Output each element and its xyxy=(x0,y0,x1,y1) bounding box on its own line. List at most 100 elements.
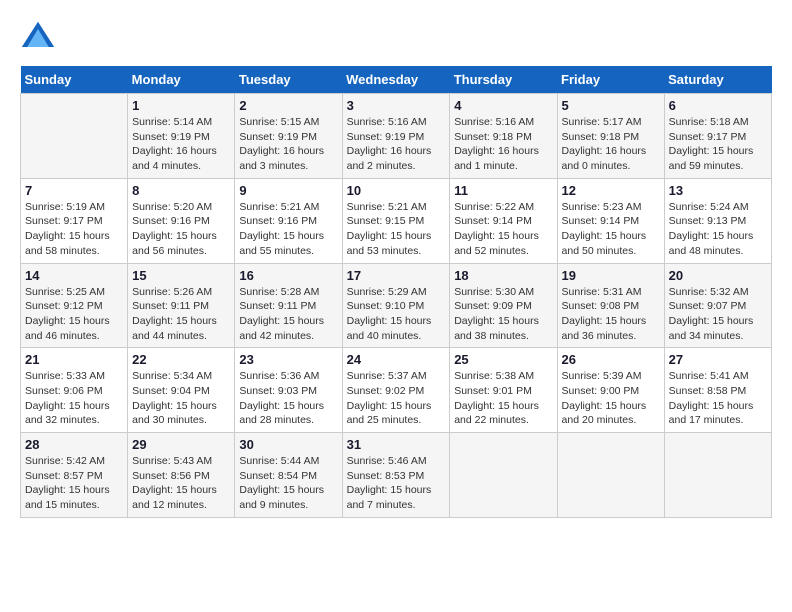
calendar-cell: 10Sunrise: 5:21 AM Sunset: 9:15 PM Dayli… xyxy=(342,178,450,263)
day-number: 7 xyxy=(25,183,123,198)
day-info: Sunrise: 5:34 AM Sunset: 9:04 PM Dayligh… xyxy=(132,369,230,428)
calendar-cell: 31 Sunrise: 5:46 AM Sunset: 8:53 PM Dayli… xyxy=(342,433,450,518)
calendar-week-row: 28Sunrise: 5:42 AM Sunset: 8:57 PM Dayli… xyxy=(21,433,772,518)
day-number: 6 xyxy=(669,98,767,113)
day-info: Sunrise: 5:28 AM Sunset: 9:11 PM Dayligh… xyxy=(239,285,337,344)
day-number: 22 xyxy=(132,352,230,367)
calendar-cell: 27 Sunrise: 5:41 AM Sunset: 8:58 PM Dayli… xyxy=(664,348,771,433)
calendar-cell: 30 Sunrise: 5:44 AM Sunset: 8:54 PM Dayli… xyxy=(235,433,342,518)
day-info: Sunrise: 5:22 AM Sunset: 9:14 PM Dayligh… xyxy=(454,200,552,259)
calendar-cell: 24 Sunrise: 5:37 AM Sunset: 9:02 PM Dayli… xyxy=(342,348,450,433)
day-info: Sunrise: 5:24 AM Sunset: 9:13 PM Dayligh… xyxy=(669,200,767,259)
calendar-cell: 13 Sunrise: 5:24 AM Sunset: 9:13 PM Dayli… xyxy=(664,178,771,263)
calendar-cell: 12 Sunrise: 5:23 AM Sunset: 9:14 PM Dayli… xyxy=(557,178,664,263)
calendar-cell xyxy=(450,433,557,518)
day-number: 14 xyxy=(25,268,123,283)
calendar-table: SundayMondayTuesdayWednesdayThursdayFrid… xyxy=(20,66,772,518)
weekday-header: Friday xyxy=(557,66,664,94)
day-info: Sunrise: 5:42 AM Sunset: 8:57 PM Dayligh… xyxy=(25,454,123,513)
weekday-header: Thursday xyxy=(450,66,557,94)
day-number: 24 xyxy=(347,352,446,367)
day-number: 9 xyxy=(239,183,337,198)
weekday-row: SundayMondayTuesdayWednesdayThursdayFrid… xyxy=(21,66,772,94)
day-number: 1 xyxy=(132,98,230,113)
day-info: Sunrise: 5:15 AM Sunset: 9:19 PM Dayligh… xyxy=(239,115,337,174)
day-info: Sunrise: 5:25 AM Sunset: 9:12 PM Dayligh… xyxy=(25,285,123,344)
day-info: Sunrise: 5:33 AM Sunset: 9:06 PM Dayligh… xyxy=(25,369,123,428)
calendar-cell: 20 Sunrise: 5:32 AM Sunset: 9:07 PM Dayli… xyxy=(664,263,771,348)
calendar-cell xyxy=(557,433,664,518)
day-info: Sunrise: 5:41 AM Sunset: 8:58 PM Dayligh… xyxy=(669,369,767,428)
day-info: Sunrise: 5:38 AM Sunset: 9:01 PM Dayligh… xyxy=(454,369,552,428)
day-info: Sunrise: 5:23 AM Sunset: 9:14 PM Dayligh… xyxy=(562,200,660,259)
day-info: Sunrise: 5:18 AM Sunset: 9:17 PM Dayligh… xyxy=(669,115,767,174)
day-number: 20 xyxy=(669,268,767,283)
calendar-body: 1 Sunrise: 5:14 AM Sunset: 9:19 PM Daylig… xyxy=(21,94,772,518)
day-info: Sunrise: 5:31 AM Sunset: 9:08 PM Dayligh… xyxy=(562,285,660,344)
day-number: 2 xyxy=(239,98,337,113)
calendar-cell xyxy=(664,433,771,518)
day-number: 31 xyxy=(347,437,446,452)
day-info: Sunrise: 5:14 AM Sunset: 9:19 PM Dayligh… xyxy=(132,115,230,174)
calendar-cell: 6 Sunrise: 5:18 AM Sunset: 9:17 PM Daylig… xyxy=(664,94,771,179)
calendar-cell: 14 Sunrise: 5:25 AM Sunset: 9:12 PM Dayli… xyxy=(21,263,128,348)
calendar-cell: 2 Sunrise: 5:15 AM Sunset: 9:19 PM Daylig… xyxy=(235,94,342,179)
day-number: 11 xyxy=(454,183,552,198)
day-info: Sunrise: 5:32 AM Sunset: 9:07 PM Dayligh… xyxy=(669,285,767,344)
day-number: 3 xyxy=(347,98,446,113)
calendar-cell: 7 Sunrise: 5:19 AM Sunset: 9:17 PM Daylig… xyxy=(21,178,128,263)
day-number: 8 xyxy=(132,183,230,198)
weekday-header: Monday xyxy=(128,66,235,94)
calendar-cell: 23 Sunrise: 5:36 AM Sunset: 9:03 PM Dayli… xyxy=(235,348,342,433)
day-info: Sunrise: 5:30 AM Sunset: 9:09 PM Dayligh… xyxy=(454,285,552,344)
calendar-week-row: 1 Sunrise: 5:14 AM Sunset: 9:19 PM Daylig… xyxy=(21,94,772,179)
calendar-cell: 8Sunrise: 5:20 AM Sunset: 9:16 PM Daylig… xyxy=(128,178,235,263)
logo xyxy=(20,20,62,56)
calendar-week-row: 21Sunrise: 5:33 AM Sunset: 9:06 PM Dayli… xyxy=(21,348,772,433)
day-number: 12 xyxy=(562,183,660,198)
calendar-cell: 17Sunrise: 5:29 AM Sunset: 9:10 PM Dayli… xyxy=(342,263,450,348)
calendar-week-row: 7 Sunrise: 5:19 AM Sunset: 9:17 PM Daylig… xyxy=(21,178,772,263)
calendar-cell: 25 Sunrise: 5:38 AM Sunset: 9:01 PM Dayli… xyxy=(450,348,557,433)
day-info: Sunrise: 5:43 AM Sunset: 8:56 PM Dayligh… xyxy=(132,454,230,513)
day-info: Sunrise: 5:46 AM Sunset: 8:53 PM Dayligh… xyxy=(347,454,446,513)
calendar-cell: 22 Sunrise: 5:34 AM Sunset: 9:04 PM Dayli… xyxy=(128,348,235,433)
calendar-cell: 11 Sunrise: 5:22 AM Sunset: 9:14 PM Dayli… xyxy=(450,178,557,263)
calendar-cell: 18Sunrise: 5:30 AM Sunset: 9:09 PM Dayli… xyxy=(450,263,557,348)
day-number: 23 xyxy=(239,352,337,367)
calendar-cell: 15 Sunrise: 5:26 AM Sunset: 9:11 PM Dayli… xyxy=(128,263,235,348)
day-number: 15 xyxy=(132,268,230,283)
weekday-header: Saturday xyxy=(664,66,771,94)
calendar-cell: 1 Sunrise: 5:14 AM Sunset: 9:19 PM Daylig… xyxy=(128,94,235,179)
calendar-cell: 28Sunrise: 5:42 AM Sunset: 8:57 PM Dayli… xyxy=(21,433,128,518)
weekday-header: Tuesday xyxy=(235,66,342,94)
day-number: 17 xyxy=(347,268,446,283)
day-info: Sunrise: 5:21 AM Sunset: 9:15 PM Dayligh… xyxy=(347,200,446,259)
day-info: Sunrise: 5:21 AM Sunset: 9:16 PM Dayligh… xyxy=(239,200,337,259)
day-number: 25 xyxy=(454,352,552,367)
day-info: Sunrise: 5:16 AM Sunset: 9:19 PM Dayligh… xyxy=(347,115,446,174)
calendar-cell: 21Sunrise: 5:33 AM Sunset: 9:06 PM Dayli… xyxy=(21,348,128,433)
calendar-cell: 16 Sunrise: 5:28 AM Sunset: 9:11 PM Dayli… xyxy=(235,263,342,348)
day-info: Sunrise: 5:39 AM Sunset: 9:00 PM Dayligh… xyxy=(562,369,660,428)
day-info: Sunrise: 5:44 AM Sunset: 8:54 PM Dayligh… xyxy=(239,454,337,513)
logo-icon xyxy=(20,20,56,56)
day-info: Sunrise: 5:26 AM Sunset: 9:11 PM Dayligh… xyxy=(132,285,230,344)
calendar-header: SundayMondayTuesdayWednesdayThursdayFrid… xyxy=(21,66,772,94)
day-number: 13 xyxy=(669,183,767,198)
day-number: 4 xyxy=(454,98,552,113)
calendar-cell: 19Sunrise: 5:31 AM Sunset: 9:08 PM Dayli… xyxy=(557,263,664,348)
calendar-cell xyxy=(21,94,128,179)
day-number: 16 xyxy=(239,268,337,283)
day-info: Sunrise: 5:19 AM Sunset: 9:17 PM Dayligh… xyxy=(25,200,123,259)
weekday-header: Sunday xyxy=(21,66,128,94)
day-number: 29 xyxy=(132,437,230,452)
day-info: Sunrise: 5:37 AM Sunset: 9:02 PM Dayligh… xyxy=(347,369,446,428)
day-info: Sunrise: 5:36 AM Sunset: 9:03 PM Dayligh… xyxy=(239,369,337,428)
day-number: 30 xyxy=(239,437,337,452)
day-number: 27 xyxy=(669,352,767,367)
calendar-cell: 4Sunrise: 5:16 AM Sunset: 9:18 PM Daylig… xyxy=(450,94,557,179)
day-number: 26 xyxy=(562,352,660,367)
calendar-cell: 3 Sunrise: 5:16 AM Sunset: 9:19 PM Daylig… xyxy=(342,94,450,179)
weekday-header: Wednesday xyxy=(342,66,450,94)
